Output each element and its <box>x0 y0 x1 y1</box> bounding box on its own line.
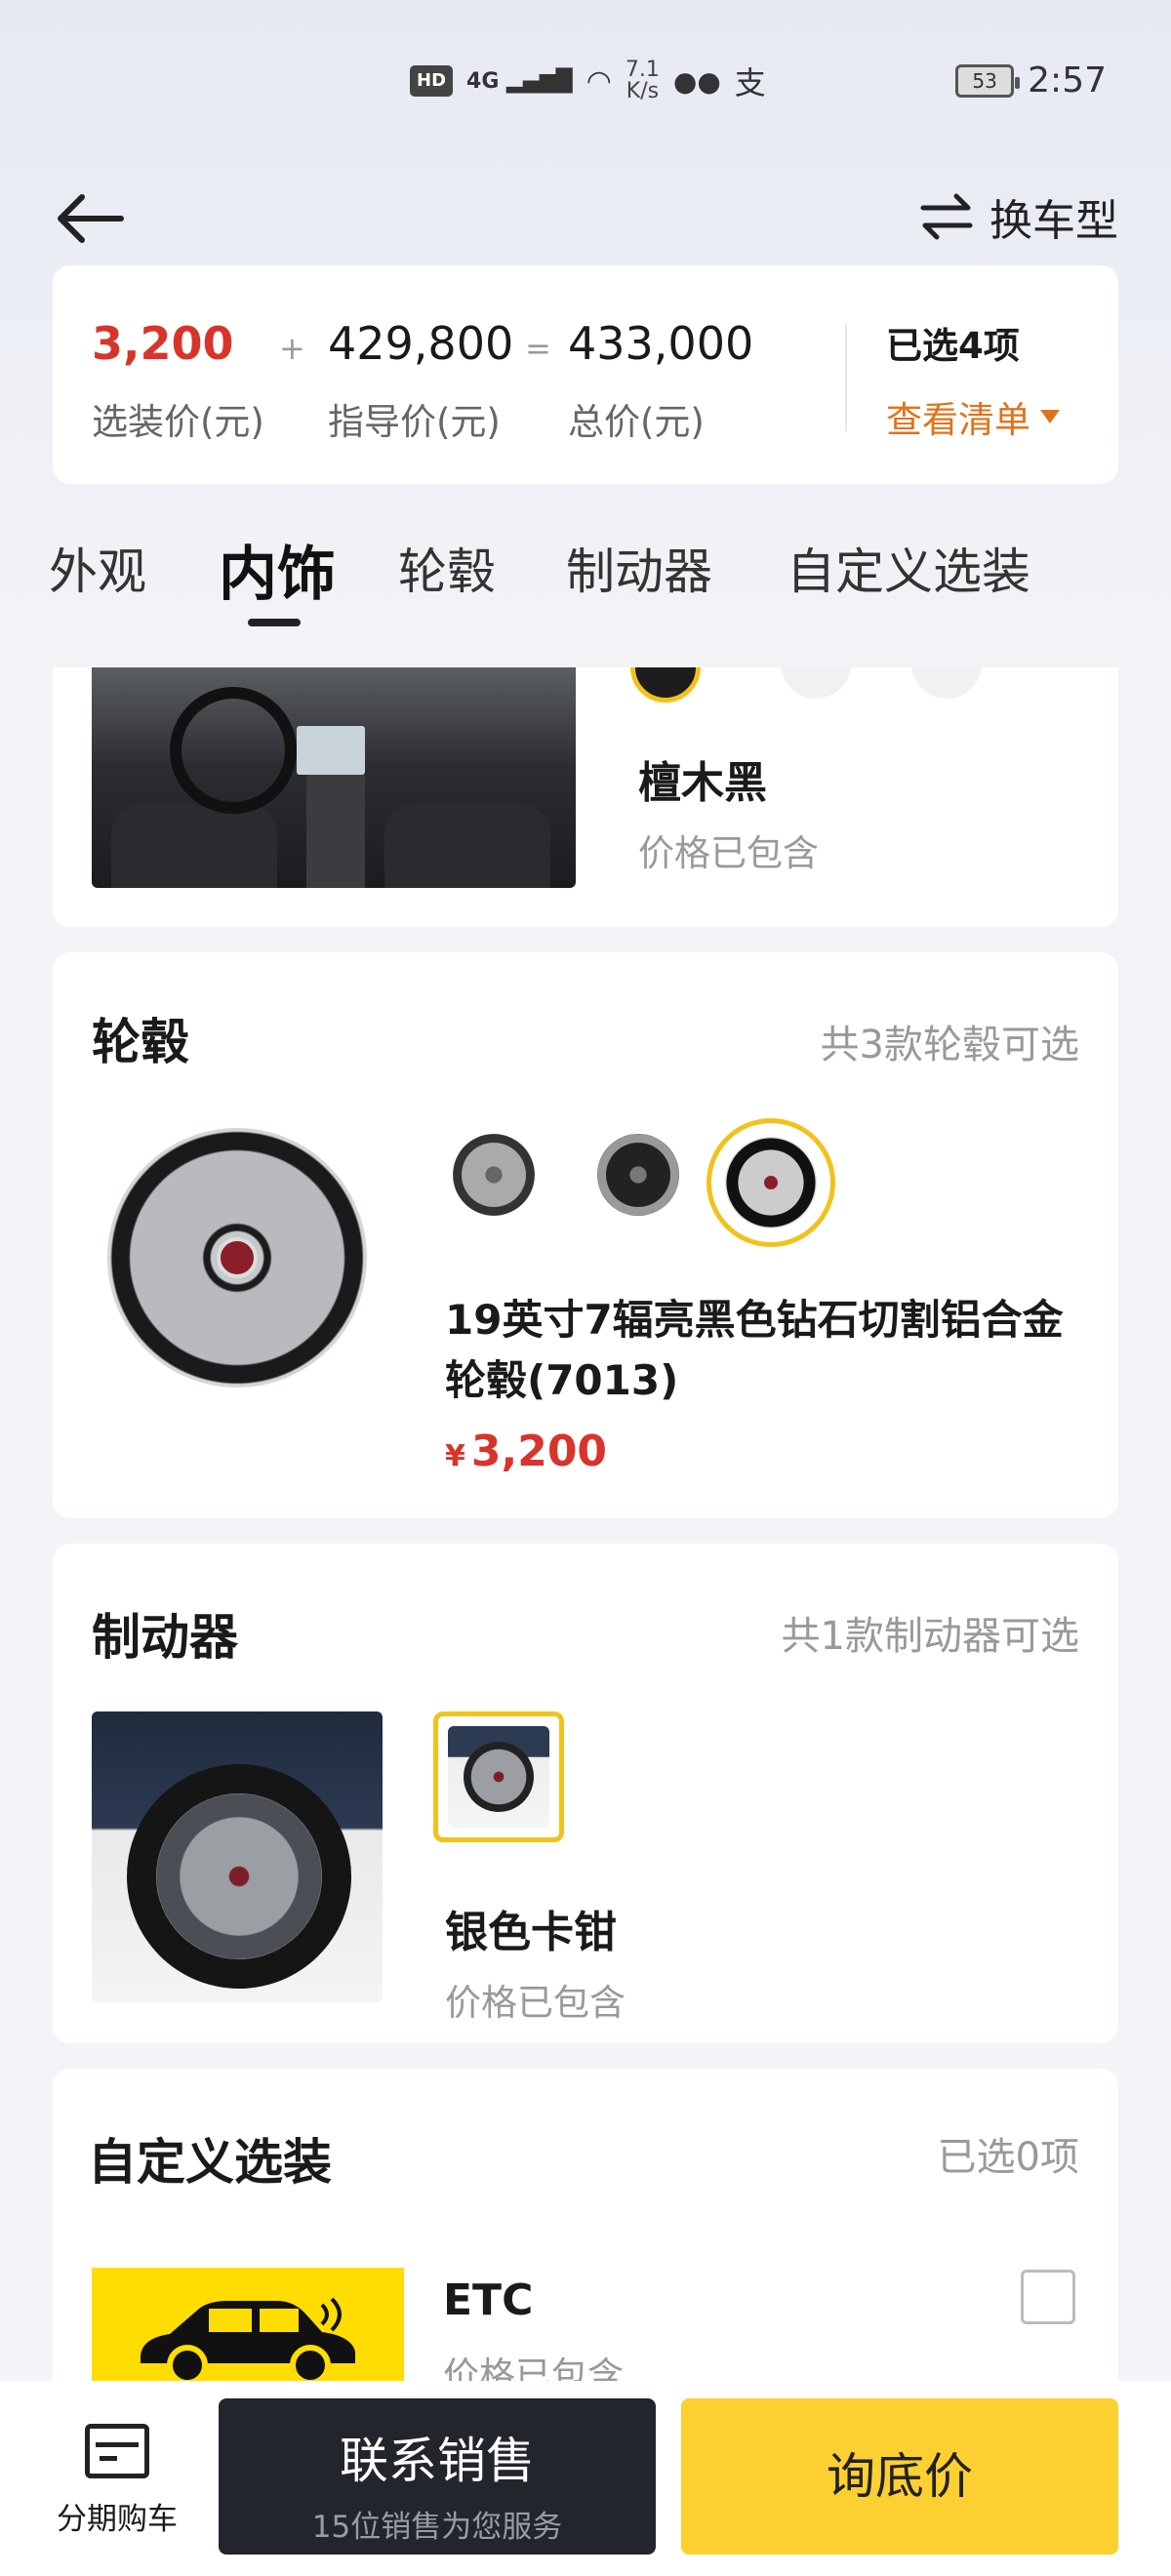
equals-sign: = <box>525 330 551 367</box>
brakes-hint: 共1款制动器可选 <box>781 1614 1079 1659</box>
view-list-label: 查看清单 <box>886 399 1030 441</box>
back-button[interactable] <box>53 189 131 248</box>
wechat-icon: ●● <box>672 64 721 98</box>
selected-count: 已选4项 <box>886 325 1020 367</box>
tab-indicator <box>248 619 301 626</box>
brake-preview-image <box>92 1711 383 2002</box>
brake-price: 价格已包含 <box>445 1982 626 2024</box>
total-price-label: 总价(元) <box>568 401 705 443</box>
switch-model-button[interactable]: 换车型 <box>919 185 1118 248</box>
custom-options-card: 自定义选装 已选0项 ETC 价格已包含 <box>53 2069 1118 2381</box>
wheel-name: 19英寸7辐亮黑色钻石切割铝合金轮毂(7013) <box>445 1296 1064 1404</box>
wifi-icon: ◠ <box>586 63 612 99</box>
etc-price: 价格已包含 <box>443 2355 624 2381</box>
interior-swatch[interactable] <box>781 667 851 699</box>
total-price-group: 433,000 总价(元) <box>568 316 753 445</box>
interior-swatch[interactable] <box>911 667 982 699</box>
switch-model-label: 换车型 <box>989 196 1118 246</box>
wheel-option-1[interactable] <box>453 1134 535 1216</box>
wheel-price: ¥ 3,200 <box>445 1427 607 1476</box>
wheel-preview-image <box>107 1128 367 1388</box>
plus-sign: + <box>279 330 305 367</box>
arrow-left-icon <box>58 194 124 243</box>
network-speed: 7.1 K/s <box>625 58 660 103</box>
swap-arrows-icon <box>920 193 973 240</box>
installment-label: 分期购车 <box>57 2502 178 2537</box>
custom-title: 自定义选装 <box>88 2134 332 2191</box>
guide-price-group: 429,800 指导价(元) <box>328 316 513 445</box>
signal-icon: 4G ▂▄▆█ <box>466 68 573 94</box>
brake-name: 银色卡钳 <box>445 1908 617 1957</box>
wheel-option-3-selected[interactable] <box>707 1118 835 1247</box>
hd-icon: HD <box>410 65 454 97</box>
installment-card-icon <box>85 2424 149 2478</box>
ask-price-button[interactable]: 询底价 <box>681 2398 1118 2555</box>
total-price-value: 433,000 <box>568 317 754 370</box>
wheels-title: 轮毂 <box>92 1014 189 1070</box>
price-summary-card: 3,200 选装价(元) + 429,800 指导价(元) = 433,000 … <box>53 265 1118 484</box>
bottom-action-bar: 分期购车 联系销售 15位销售为您服务 询底价 <box>0 2381 1171 2576</box>
contact-sales-label: 联系销售 <box>340 2433 535 2489</box>
etc-checkbox[interactable] <box>1021 2270 1075 2324</box>
etc-image <box>92 2268 404 2381</box>
brakes-card: 制动器 共1款制动器可选 银色卡钳 价格已包含 <box>53 1544 1118 2043</box>
tab-exterior[interactable]: 外观 <box>49 533 146 603</box>
contact-sales-subtitle: 15位销售为您服务 <box>311 2510 563 2545</box>
interior-name: 檀木黑 <box>638 758 767 808</box>
wheels-hint: 共3款轮毂可选 <box>820 1023 1079 1067</box>
clock: 2:57 <box>1028 60 1107 101</box>
brake-option-selected[interactable] <box>433 1711 564 1842</box>
view-list-button[interactable]: 查看清单 <box>886 390 1060 443</box>
custom-hint: 已选0项 <box>937 2135 1079 2180</box>
alipay-icon: 支 <box>734 64 766 101</box>
option-price-value: 3,200 <box>92 317 234 370</box>
tab-interior[interactable]: 内饰 <box>219 527 336 612</box>
interior-card: 檀木黑 价格已包含 <box>53 667 1118 927</box>
tab-wheels[interactable]: 轮毂 <box>398 533 496 603</box>
currency-symbol: ¥ <box>445 1439 465 1473</box>
tab-custom[interactable]: 自定义选装 <box>787 533 1030 603</box>
nav-bar: 换车型 <box>0 176 1171 263</box>
caret-down-icon <box>1040 410 1060 423</box>
status-bar: HD 4G ▂▄▆█ ◠ 7.1 K/s ●● 支 53 2:57 <box>0 0 1171 176</box>
divider <box>845 324 847 431</box>
interior-swatch-selected[interactable] <box>630 667 701 703</box>
interior-price: 价格已包含 <box>638 832 819 874</box>
option-price-group: 3,200 选装价(元) <box>92 316 264 445</box>
status-icons: HD 4G ▂▄▆█ ◠ 7.1 K/s ●● 支 <box>410 59 766 103</box>
guide-price-value: 429,800 <box>328 317 514 370</box>
status-right: 53 2:57 <box>955 60 1107 101</box>
tab-brakes[interactable]: 制动器 <box>566 533 712 603</box>
category-tabs: 外观 内饰 轮毂 制动器 自定义选装 <box>0 527 1171 634</box>
interior-image <box>92 667 576 888</box>
guide-price-label: 指导价(元) <box>328 401 501 443</box>
wheel-price-value: 3,200 <box>470 1427 608 1476</box>
option-price-label: 选装价(元) <box>92 401 264 443</box>
contact-sales-button[interactable]: 联系销售 15位销售为您服务 <box>219 2398 656 2555</box>
wheel-option-2[interactable] <box>597 1134 679 1216</box>
car-icon <box>141 2297 355 2381</box>
installment-button[interactable]: 分期购车 <box>29 2424 205 2538</box>
options-list[interactable]: 檀木黑 价格已包含 轮毂 共3款轮毂可选 19英寸7辐亮黑色钻石切割铝合金轮毂(… <box>0 667 1171 2381</box>
brakes-title: 制动器 <box>92 1609 238 1666</box>
wheels-card: 轮毂 共3款轮毂可选 19英寸7辐亮黑色钻石切割铝合金轮毂(7013) ¥ 3,… <box>53 952 1118 1518</box>
etc-name: ETC <box>443 2275 534 2325</box>
battery-icon: 53 <box>955 63 1021 98</box>
